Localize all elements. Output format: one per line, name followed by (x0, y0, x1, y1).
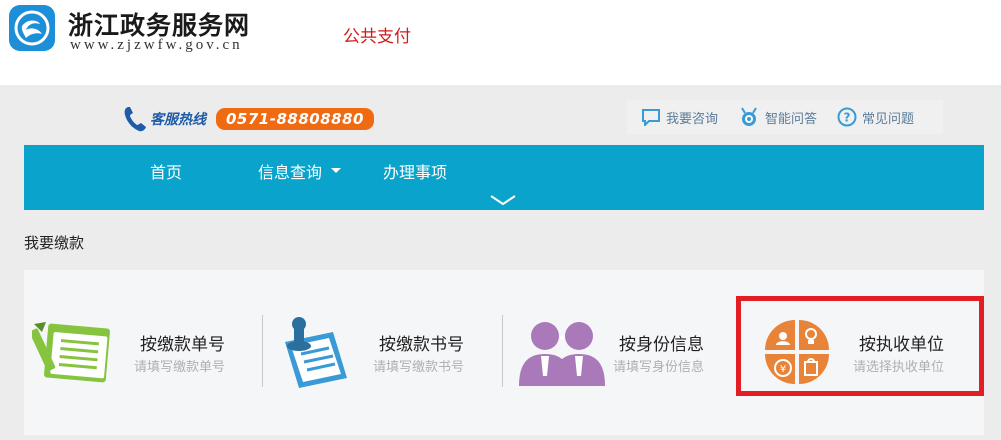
option-by-identity[interactable]: 按身份信息 请填写身份信息 (503, 270, 741, 435)
hotline-number: 0571-88808880 (216, 108, 374, 130)
hotline-label: 客服热线 (150, 112, 206, 128)
faq-link-label: 常见问题 (862, 111, 915, 127)
nav-home[interactable]: 首页 (150, 159, 182, 183)
hotline: 客服热线 0571-88808880 (122, 104, 374, 134)
option-subtitle: 请填写缴款书号 (373, 360, 465, 375)
option-by-payment-book-number[interactable]: 按缴款书号 请填写缴款书号 (263, 270, 501, 435)
site-header: 浙江政务服务网 www.zjzwfw.gov.cn 公共支付 (0, 0, 1001, 85)
main-nav: 首页 信息查询 办理事项 (24, 145, 984, 210)
phone-icon (124, 107, 146, 132)
nav-handle-items[interactable]: 办理事项 (383, 159, 447, 183)
smart-qa-link-label: 智能问答 (765, 111, 818, 127)
zhejiang-logo-icon[interactable] (8, 4, 56, 52)
people-icon (519, 322, 605, 386)
option-title: 按缴款书号 (379, 335, 464, 355)
svg-text:?: ? (844, 111, 851, 125)
dropdown-caret-icon (331, 168, 342, 173)
document-stamp-icon (285, 317, 347, 388)
consult-link[interactable]: 我要咨询 (641, 108, 718, 127)
option-by-payment-number[interactable]: 按缴款单号 请填写缴款单号 (24, 270, 262, 435)
page-tag: 公共支付 (343, 27, 411, 47)
top-links: 我要咨询 智能问答 ? 常见问题 (627, 100, 943, 134)
question-circle-icon: ? (837, 107, 857, 127)
document-pen-icon (32, 322, 110, 383)
consult-link-label: 我要咨询 (666, 111, 719, 127)
robot-icon (741, 107, 757, 126)
smart-qa-link[interactable]: 智能问答 (738, 106, 817, 128)
selected-option-highlight (736, 296, 984, 396)
chevron-down-icon[interactable] (489, 193, 517, 207)
option-subtitle: 请填写身份信息 (613, 360, 705, 375)
option-title: 按身份信息 (619, 335, 704, 355)
chat-bubble-icon (642, 109, 660, 126)
nav-home-label: 首页 (150, 163, 183, 182)
faq-link[interactable]: ? 常见问题 (837, 107, 914, 127)
section-title: 我要缴款 (24, 234, 85, 252)
nav-info-query-label: 信息查询 (258, 163, 323, 182)
nav-info-query[interactable]: 信息查询 (258, 159, 342, 183)
site-url[interactable]: www.zjzwfw.gov.cn (70, 37, 243, 54)
option-title: 按缴款单号 (140, 335, 225, 355)
option-subtitle: 请填写缴款单号 (134, 360, 226, 375)
nav-handle-items-label: 办理事项 (383, 163, 448, 182)
